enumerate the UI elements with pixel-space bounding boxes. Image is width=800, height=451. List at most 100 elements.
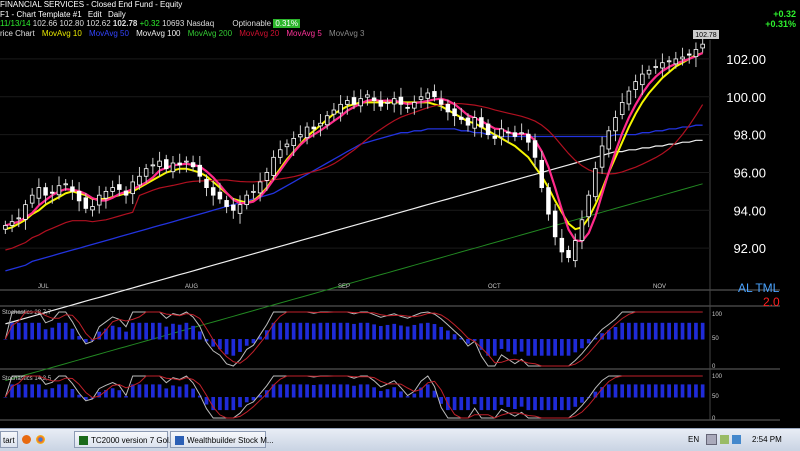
stoch-histogram-bar — [291, 322, 296, 340]
stoch-histogram-bar — [37, 322, 41, 340]
stoch-histogram-bar — [325, 322, 330, 340]
stoch-histogram-bar — [244, 339, 249, 346]
stoch-histogram-bar — [499, 339, 504, 349]
candle — [499, 128, 504, 138]
stoch-histogram-bar — [332, 322, 336, 340]
candle — [459, 116, 464, 120]
candle — [36, 187, 42, 199]
browser-icon[interactable] — [22, 431, 34, 448]
stoch-histogram-bar — [305, 322, 309, 340]
candle — [485, 123, 491, 136]
stoch-histogram-bar — [197, 331, 202, 340]
candle — [539, 159, 544, 189]
candle — [432, 91, 437, 98]
candle — [640, 73, 645, 86]
price-axis-label: 94.00 — [733, 203, 766, 218]
stoch2-level-50: 50 — [712, 394, 719, 400]
stoch-histogram-bar — [332, 384, 336, 398]
stoch-histogram-bar — [345, 322, 350, 340]
stoch-histogram-bar — [673, 384, 678, 398]
stoch-histogram-bar — [633, 384, 638, 398]
candle — [700, 43, 705, 49]
taskbar-wealthbuilder[interactable]: Wealthbuilder Stock M... — [170, 431, 274, 448]
candle — [680, 56, 685, 60]
candle — [204, 178, 209, 189]
stoch-histogram-bar — [660, 384, 665, 398]
stoch2-level-100: 100 — [712, 374, 723, 380]
candle — [452, 108, 457, 117]
candle — [237, 204, 243, 214]
candle — [512, 132, 518, 137]
ma200-line — [5, 183, 703, 382]
stoch-histogram-bar — [466, 397, 470, 411]
stoch-histogram-bar — [110, 388, 115, 398]
stoch-histogram-bar — [177, 324, 182, 340]
language-indicator[interactable]: EN — [688, 431, 699, 448]
chrome-icon[interactable] — [36, 431, 48, 448]
candle — [345, 100, 350, 105]
stoch-histogram-bar — [285, 322, 289, 340]
stoch-histogram-bar — [23, 384, 28, 398]
month-label-aug: AUG — [185, 284, 198, 290]
clock-time: 2:54 PM — [752, 435, 782, 444]
stoch-histogram-bar — [110, 325, 115, 340]
stoch-histogram-bar — [184, 322, 189, 340]
candle — [351, 97, 357, 105]
candle — [579, 219, 585, 241]
month-label-sep: SEP — [338, 284, 350, 290]
stoch-histogram-bar — [486, 397, 490, 411]
stoch-histogram-bar — [573, 397, 578, 407]
stoch-histogram-bar — [680, 384, 685, 398]
stoch-histogram-bar — [680, 322, 685, 340]
candle — [505, 131, 511, 134]
stoch-histogram-bar — [231, 397, 236, 411]
stoch-histogram-bar — [613, 326, 618, 340]
stoch-histogram-bar — [553, 397, 557, 411]
stoch-histogram-bar — [492, 397, 497, 411]
start-button[interactable]: tart — [0, 431, 18, 448]
stoch-histogram-bar — [291, 384, 296, 398]
stoch-histogram-bar — [157, 384, 162, 398]
stoch-histogram-bar — [399, 325, 403, 340]
candle — [210, 187, 216, 196]
stoch-histogram-bar — [3, 397, 8, 398]
stoch-histogram-bar — [144, 384, 148, 398]
stoch-histogram-bar — [278, 322, 283, 340]
price-chart[interactable]: 92.0094.0096.0098.00100.00102.00 102.78 … — [0, 0, 800, 428]
ma100-line — [5, 139, 703, 325]
stoch1-level-50: 50 — [712, 336, 719, 342]
stoch-histogram-bar — [285, 384, 289, 398]
stoch-histogram-bar — [345, 384, 350, 398]
stoch-histogram-bar — [378, 325, 383, 340]
ticker-symbol: AL TML — [738, 281, 780, 295]
stoch-histogram-bar — [298, 322, 303, 340]
stoch-histogram-bar — [566, 397, 571, 411]
candle — [137, 175, 142, 186]
clock[interactable]: 2:54 PM — [752, 431, 782, 448]
stoch-histogram-bar — [177, 386, 182, 398]
stoch-histogram-bar — [137, 384, 142, 398]
taskbar-tc2000[interactable]: TC2000 version 7 Gol... — [74, 431, 175, 448]
candle — [566, 250, 571, 259]
candle — [365, 94, 370, 98]
stoch-histogram-bar — [673, 322, 678, 340]
stoch-histogram-bar — [238, 397, 242, 408]
stoch-histogram-bar — [117, 327, 122, 340]
network-icon[interactable] — [720, 435, 729, 445]
stoch-histogram-bar — [399, 391, 403, 398]
tray-arrow-icon[interactable] — [706, 434, 717, 446]
candle — [224, 200, 229, 207]
stoch-histogram-bar — [37, 384, 41, 398]
stoch-histogram-bar — [30, 322, 35, 340]
candle — [472, 117, 477, 129]
candle — [646, 69, 652, 75]
stoch-histogram-bar — [506, 339, 511, 352]
candle — [391, 98, 397, 105]
stoch-histogram-bar — [365, 384, 370, 398]
stoch-histogram-bar — [124, 331, 128, 340]
candle — [56, 185, 62, 196]
stoch-histogram-bar — [144, 322, 148, 340]
candle — [673, 58, 679, 65]
volume-icon[interactable] — [732, 435, 741, 445]
stoch-histogram-bar — [151, 384, 155, 398]
